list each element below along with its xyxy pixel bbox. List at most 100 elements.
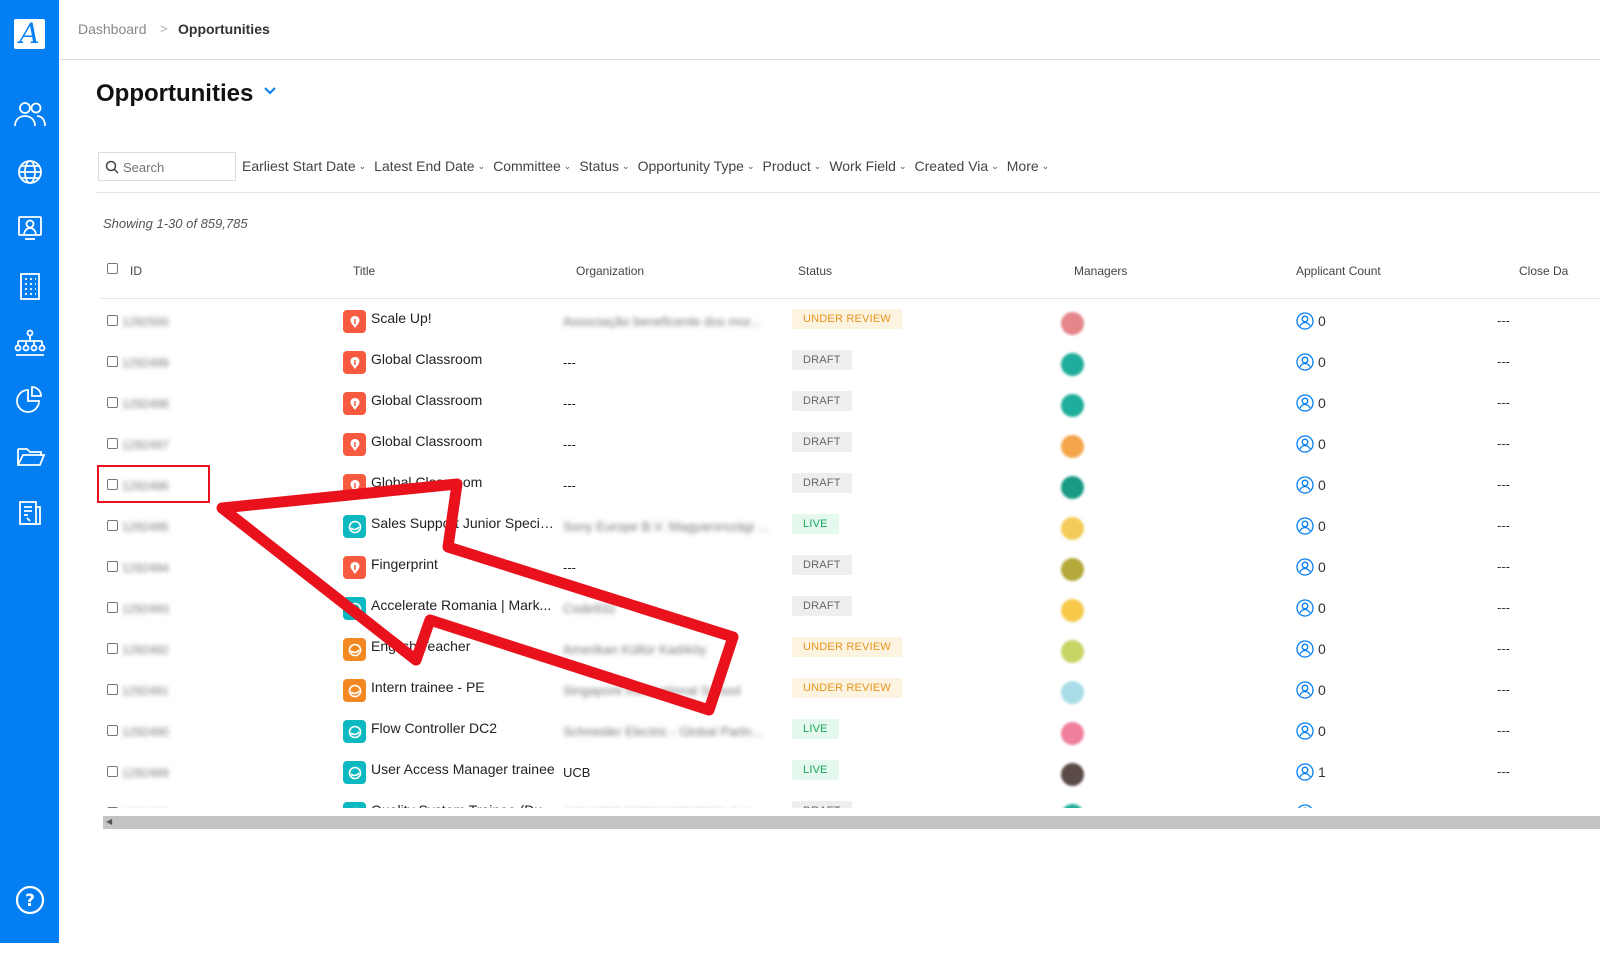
- pie-chart-icon[interactable]: [12, 383, 48, 415]
- manager-avatar[interactable]: [1061, 681, 1084, 704]
- manager-avatar[interactable]: [1061, 804, 1084, 808]
- applicant-count[interactable]: 0: [1296, 394, 1326, 412]
- opportunity-title[interactable]: Global Classroom: [371, 392, 561, 408]
- opportunity-title[interactable]: Fingerprint: [371, 556, 561, 572]
- table-row[interactable]: 1292490 Flow Controller DC2 Schneider Elec…: [100, 709, 1600, 750]
- organization-name[interactable]: Singapore International School: [563, 683, 781, 698]
- manager-avatar[interactable]: [1061, 435, 1084, 458]
- manager-avatar[interactable]: [1061, 476, 1084, 499]
- row-checkbox[interactable]: [107, 725, 118, 736]
- opportunity-title[interactable]: Global Classroom: [371, 433, 561, 449]
- manager-avatar[interactable]: [1061, 558, 1084, 581]
- table-row[interactable]: 1292491 Intern trainee - PE Singapore Inte…: [100, 668, 1600, 709]
- organization-name[interactable]: ---: [563, 355, 781, 370]
- row-checkbox[interactable]: [107, 438, 118, 449]
- table-row[interactable]: 1292496 Global Classroom --- DRAFT 0 ---: [100, 463, 1600, 504]
- applicant-count[interactable]: 0: [1296, 476, 1326, 494]
- manager-avatar[interactable]: [1061, 312, 1084, 335]
- column-id[interactable]: ID: [130, 264, 142, 278]
- column-close-date[interactable]: Close Da: [1519, 264, 1568, 278]
- applicant-count[interactable]: 0: [1296, 353, 1326, 371]
- app-logo[interactable]: A: [14, 19, 45, 49]
- row-checkbox[interactable]: [107, 643, 118, 654]
- organization-name[interactable]: UCB: [563, 765, 781, 780]
- organization-name[interactable]: ---: [563, 437, 781, 452]
- table-row[interactable]: 1292500 Scale Up! Associação beneficente d…: [100, 299, 1600, 340]
- opportunity-title[interactable]: Global Classroom: [371, 351, 561, 367]
- organization-name[interactable]: ---: [563, 560, 781, 575]
- people-icon[interactable]: [12, 98, 48, 130]
- table-row[interactable]: 1292489 User Access Manager trainee UCB LIV…: [100, 750, 1600, 791]
- opportunity-title[interactable]: Flow Controller DC2: [371, 720, 561, 736]
- organization-name[interactable]: Code932: [563, 601, 781, 616]
- row-checkbox[interactable]: [107, 602, 118, 613]
- filter-created-via[interactable]: Created Via ⌄: [915, 158, 999, 174]
- opportunity-title[interactable]: Scale Up!: [371, 310, 561, 326]
- filter-committee[interactable]: Committee ⌄: [493, 158, 571, 174]
- organization-name[interactable]: ---: [563, 478, 781, 493]
- table-row[interactable]: 1292488 Quality System Trainee (Dub...AQU…: [100, 791, 1600, 808]
- opportunity-id[interactable]: 1292498: [122, 397, 192, 411]
- column-title[interactable]: Title: [353, 264, 375, 278]
- chevron-down-icon[interactable]: [263, 86, 277, 96]
- opportunity-id[interactable]: 1292491: [122, 684, 192, 698]
- manager-avatar[interactable]: [1061, 640, 1084, 663]
- column-applicant-count[interactable]: Applicant Count: [1296, 264, 1381, 278]
- row-checkbox[interactable]: [107, 766, 118, 777]
- row-checkbox[interactable]: [107, 315, 118, 326]
- opportunity-title[interactable]: Accelerate Romania | Mark...: [371, 597, 561, 613]
- manager-avatar[interactable]: [1061, 722, 1084, 745]
- user-screen-icon[interactable]: [12, 212, 48, 244]
- opportunity-id[interactable]: 1292495: [122, 520, 192, 534]
- scroll-left-arrow-icon[interactable]: ◀: [106, 817, 112, 826]
- building-icon[interactable]: [12, 270, 48, 302]
- row-checkbox[interactable]: [107, 684, 118, 695]
- opportunity-id[interactable]: 1292493: [122, 602, 192, 616]
- folder-icon[interactable]: [12, 440, 48, 472]
- select-all-checkbox[interactable]: [107, 263, 118, 274]
- row-checkbox[interactable]: [107, 561, 118, 572]
- opportunity-id[interactable]: 1292499: [122, 356, 192, 370]
- table-row[interactable]: 1292499 Global Classroom --- DRAFT 0 ---: [100, 340, 1600, 381]
- manager-avatar[interactable]: [1061, 599, 1084, 622]
- opportunity-id[interactable]: 1292494: [122, 561, 192, 575]
- column-status[interactable]: Status: [798, 264, 832, 278]
- filter-earliest-start-date[interactable]: Earliest Start Date ⌄: [242, 158, 366, 174]
- manager-avatar[interactable]: [1061, 394, 1084, 417]
- opportunity-id[interactable]: 1292488: [122, 807, 192, 808]
- opportunity-title[interactable]: Intern trainee - PE: [371, 679, 561, 695]
- applicant-count[interactable]: 0: [1296, 804, 1326, 808]
- organization-name[interactable]: AQUARIS FARMACEUTICA S.A.: [563, 806, 781, 808]
- applicant-count[interactable]: 0: [1296, 517, 1326, 535]
- opportunity-title[interactable]: Global Classroom: [371, 474, 561, 490]
- organization-name[interactable]: Sony Europe B.V. Magyarországi ...: [563, 519, 781, 534]
- filter-more[interactable]: More ⌄: [1007, 158, 1049, 174]
- applicant-count[interactable]: 1: [1296, 763, 1326, 781]
- table-row[interactable]: 1292497 Global Classroom --- DRAFT 0 ---: [100, 422, 1600, 463]
- breadcrumb-dashboard[interactable]: Dashboard: [78, 21, 147, 37]
- row-checkbox[interactable]: [107, 520, 118, 531]
- opportunity-id[interactable]: 1292500: [122, 315, 192, 329]
- applicant-count[interactable]: 0: [1296, 435, 1326, 453]
- opportunity-title[interactable]: User Access Manager trainee: [371, 761, 561, 777]
- applicant-count[interactable]: 0: [1296, 681, 1326, 699]
- organization-name[interactable]: Associação beneficente dos mor...: [563, 314, 781, 329]
- applicant-count[interactable]: 0: [1296, 558, 1326, 576]
- table-row[interactable]: 1292495 Sales Support Junior Speciali... S…: [100, 504, 1600, 545]
- opportunity-title[interactable]: Quality System Trainee (Dub...: [371, 802, 561, 808]
- manager-avatar[interactable]: [1061, 353, 1084, 376]
- page-title[interactable]: Opportunities: [96, 80, 253, 108]
- table-row[interactable]: 1292498 Global Classroom --- DRAFT 0 ---: [100, 381, 1600, 422]
- applicant-count[interactable]: 0: [1296, 640, 1326, 658]
- row-checkbox[interactable]: [107, 356, 118, 367]
- opportunity-id[interactable]: 1292489: [122, 766, 192, 780]
- filter-work-field[interactable]: Work Field ⌄: [829, 158, 906, 174]
- column-managers[interactable]: Managers: [1074, 264, 1127, 278]
- filter-product[interactable]: Product ⌄: [763, 158, 822, 174]
- globe-icon[interactable]: [12, 156, 48, 188]
- table-row[interactable]: 1292492 English Teacher Amerikan Kültür Ka…: [100, 627, 1600, 668]
- document-icon[interactable]: [12, 497, 48, 529]
- search-box[interactable]: [98, 152, 236, 181]
- help-icon[interactable]: ?: [15, 885, 45, 915]
- opportunity-title[interactable]: Sales Support Junior Speciali...: [371, 515, 561, 531]
